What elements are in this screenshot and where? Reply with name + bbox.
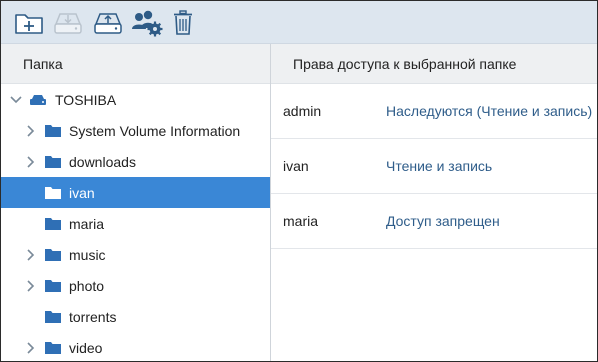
permission-access-link[interactable]: Наследуются (Чтение и запись) [386, 103, 592, 119]
permissions-column-label: Права доступа к выбранной папке [293, 55, 517, 72]
permission-user: admin [283, 103, 322, 119]
download-disk-icon [52, 10, 84, 36]
permission-user: ivan [283, 158, 309, 174]
folder-column-label: Папка [23, 55, 63, 72]
upload-disk-icon [92, 10, 124, 36]
folder-icon [45, 310, 61, 323]
tree-item[interactable]: System Volume Information [1, 115, 270, 146]
folder-icon [45, 217, 61, 230]
tree-item[interactable]: maria [1, 208, 270, 239]
tree-item-label: photo [69, 277, 105, 294]
chevron-down-icon[interactable] [10, 94, 22, 106]
new-folder-icon [14, 10, 44, 36]
tree-item-label: ivan [69, 184, 95, 201]
tree-item-label: downloads [69, 153, 136, 170]
tree-item-label: System Volume Information [69, 122, 241, 139]
chevron-right-icon[interactable] [25, 155, 37, 168]
tree-root-label: TOSHIBA [55, 91, 117, 108]
delete-button[interactable] [171, 9, 195, 37]
tree-item-label: music [69, 246, 106, 263]
permission-row[interactable]: maria Доступ запрещен [271, 194, 597, 249]
tree-item[interactable]: music [1, 239, 270, 270]
permission-access-link[interactable]: Доступ запрещен [386, 213, 500, 229]
permissions-panel: Права доступа к выбранной папке admin На… [271, 44, 597, 361]
tree-root-toshiba[interactable]: TOSHIBA [1, 84, 270, 115]
tree-item-label: torrents [69, 308, 117, 325]
upload-from-disk-button[interactable] [91, 9, 125, 37]
folder-icon [45, 279, 61, 292]
folder-icon [45, 155, 61, 168]
permission-row[interactable]: admin Наследуются (Чтение и запись) [271, 84, 597, 139]
permission-user: maria [283, 213, 319, 229]
tree-item[interactable]: torrents [1, 301, 270, 332]
tree-item-label: video [69, 339, 103, 356]
toolbar [1, 1, 597, 44]
user-access-button[interactable] [129, 9, 165, 37]
folder-icon [45, 186, 61, 199]
tree-item[interactable]: photo [1, 270, 270, 301]
permission-access-link[interactable]: Чтение и запись [386, 158, 492, 174]
chevron-right-icon[interactable] [25, 248, 37, 261]
tree-item[interactable]: ivan [1, 177, 270, 208]
folder-tree-panel: Папка TOSHIBA System Volume Information d… [1, 44, 270, 361]
trash-icon [172, 10, 194, 36]
tree-item[interactable]: video [1, 332, 270, 361]
new-folder-button[interactable] [13, 9, 45, 37]
permissions-column-header: Права доступа к выбранной папке [271, 44, 597, 84]
folder-column-header: Папка [1, 44, 270, 84]
users-settings-icon [130, 9, 164, 37]
tree-item-label: maria [69, 215, 105, 232]
chevron-right-icon[interactable] [25, 279, 37, 292]
folder-icon [45, 124, 61, 137]
folder-icon [45, 341, 61, 354]
download-to-disk-button[interactable] [51, 9, 85, 37]
folder-icon [45, 248, 61, 261]
permission-row[interactable]: ivan Чтение и запись [271, 139, 597, 194]
tree-item[interactable]: downloads [1, 146, 270, 177]
chevron-right-icon[interactable] [25, 341, 37, 354]
chevron-right-icon[interactable] [25, 124, 37, 137]
window: Папка TOSHIBA System Volume Information d… [0, 0, 598, 362]
drive-icon [29, 94, 47, 106]
